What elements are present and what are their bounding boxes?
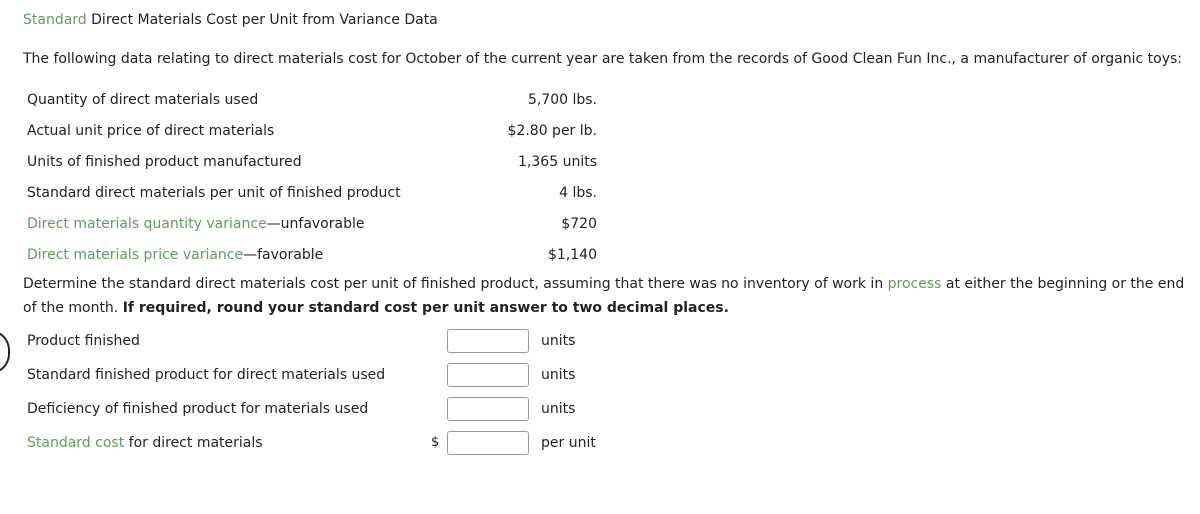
data-value: 4 lbs.: [559, 184, 597, 201]
data-value: 1,365 units: [518, 153, 597, 170]
question-text: Determine the standard direct materials …: [23, 276, 1185, 316]
dollar-prefix: $: [431, 435, 440, 450]
data-value: $720: [561, 215, 597, 232]
given-data-table: Quantity of direct materials used 5,700 …: [27, 84, 597, 270]
glossary-term-standard[interactable]: Standard: [23, 12, 87, 28]
deficiency-input[interactable]: [447, 397, 529, 421]
answer-unit: units: [541, 333, 576, 349]
data-row: Actual unit price of direct materials $2…: [27, 115, 597, 146]
product-finished-input[interactable]: [447, 329, 529, 353]
data-label: Actual unit price of direct materials: [27, 122, 275, 139]
answer-unit: units: [541, 401, 576, 417]
data-value: $2.80 per lb.: [507, 122, 597, 139]
data-label: Direct materials quantity variance—unfav…: [27, 215, 365, 232]
answer-row-product-finished: Product finished units: [27, 327, 627, 361]
data-label: Quantity of direct materials used: [27, 91, 259, 108]
answer-row-deficiency: Deficiency of finished product for mater…: [27, 395, 627, 429]
data-row: Direct materials quantity variance—unfav…: [27, 208, 597, 239]
page-title: Standard Direct Materials Cost per Unit …: [23, 12, 438, 28]
answer-label: Product finished: [27, 333, 140, 349]
standard-finished-product-input[interactable]: [447, 363, 529, 387]
data-label: Direct materials price variance—favorabl…: [27, 246, 324, 263]
answer-label: Standard cost for direct materials: [27, 435, 263, 451]
data-row: Units of finished product manufactured 1…: [27, 146, 597, 177]
data-value: $1,140: [548, 246, 597, 263]
answer-unit: units: [541, 367, 576, 383]
answer-label: Standard finished product for direct mat…: [27, 367, 386, 383]
glossary-term-quantity-variance[interactable]: Direct materials quantity variance: [27, 216, 267, 232]
answer-row-standard-cost: Standard cost for direct materials $ per…: [27, 429, 627, 463]
glossary-term-standard-cost[interactable]: Standard cost: [27, 435, 124, 451]
glossary-term-price-variance[interactable]: Direct materials price variance: [27, 247, 243, 263]
answer-table: Product finished units Standard finished…: [27, 327, 627, 463]
partial-bracket-artifact: [0, 330, 10, 374]
rounding-instruction: If required, round your standard cost pe…: [122, 300, 729, 316]
glossary-term-process[interactable]: process: [888, 276, 942, 292]
data-value: 5,700 lbs.: [527, 91, 597, 108]
data-row: Standard direct materials per unit of fi…: [27, 177, 597, 208]
intro-text: The following data relating to direct ma…: [23, 51, 1182, 67]
answer-unit: per unit: [541, 435, 596, 451]
data-label: Units of finished product manufactured: [27, 153, 302, 170]
data-label: Standard direct materials per unit of fi…: [27, 184, 401, 201]
data-row: Quantity of direct materials used 5,700 …: [27, 84, 597, 115]
answer-row-standard-finished-product: Standard finished product for direct mat…: [27, 361, 627, 395]
data-row: Direct materials price variance—favorabl…: [27, 239, 597, 270]
standard-cost-input[interactable]: [447, 431, 529, 455]
answer-label: Deficiency of finished product for mater…: [27, 401, 369, 417]
